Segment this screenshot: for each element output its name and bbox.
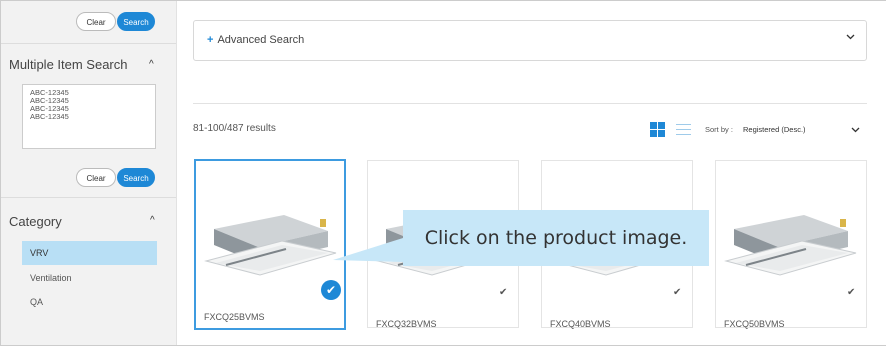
product-name: FXCQ40BVMS xyxy=(550,319,611,329)
textarea-line: ABC-12345 xyxy=(30,112,69,121)
multi-search-button[interactable]: Search xyxy=(117,168,155,187)
chevron-up-icon[interactable]: ^ xyxy=(149,59,154,70)
advanced-search-toggle[interactable]: + Advanced Search xyxy=(207,34,304,46)
multiple-item-textarea[interactable]: ABC-12345 ABC-12345 ABC-12345 ABC-12345 xyxy=(22,84,156,149)
top-search-button[interactable]: Search xyxy=(117,12,155,31)
category-item-ventilation[interactable]: Ventilation xyxy=(22,266,157,290)
chevron-down-icon[interactable] xyxy=(846,34,855,40)
product-card[interactable]: ✔ FXCQ50BVMS xyxy=(715,160,867,329)
chevron-down-icon[interactable] xyxy=(851,127,860,133)
product-name: FXCQ50BVMS xyxy=(724,319,785,329)
grid-view-icon[interactable] xyxy=(650,122,665,137)
instruction-tooltip: Click on the product image. xyxy=(403,210,709,266)
sidebar-divider xyxy=(0,197,176,198)
category-title: Category xyxy=(9,214,62,229)
checkmark-icon[interactable]: ✔ xyxy=(499,287,507,298)
plus-icon: + xyxy=(207,34,214,46)
advanced-search-panel[interactable]: + Advanced Search xyxy=(193,20,867,61)
checkmark-icon: ✔ xyxy=(321,280,341,300)
product-image[interactable] xyxy=(196,181,344,291)
results-count: 81-100/487 results xyxy=(193,123,276,134)
category-item-vrv[interactable]: VRV xyxy=(22,241,157,265)
sort-select[interactable]: Registered (Desc.) xyxy=(743,125,806,134)
category-item-qa[interactable]: QA xyxy=(22,290,157,314)
product-name: FXCQ25BVMS xyxy=(204,312,265,322)
section-divider xyxy=(193,103,867,104)
product-card[interactable]: ✔ FXCQ25BVMS xyxy=(194,159,346,330)
product-image[interactable] xyxy=(716,181,864,291)
list-view-icon[interactable] xyxy=(676,123,691,136)
top-clear-button[interactable]: Clear xyxy=(76,12,116,31)
checkmark-icon[interactable]: ✔ xyxy=(847,287,855,298)
multiple-item-search-title: Multiple Item Search xyxy=(9,57,128,72)
multi-clear-button[interactable]: Clear xyxy=(76,168,116,187)
advanced-search-label: Advanced Search xyxy=(217,34,305,46)
chevron-up-icon[interactable]: ^ xyxy=(150,215,155,226)
sidebar-divider xyxy=(0,43,176,44)
product-name: FXCQ32BVMS xyxy=(376,319,437,329)
sort-label: Sort by : xyxy=(705,125,733,134)
checkmark-icon[interactable]: ✔ xyxy=(673,287,681,298)
sidebar: Clear Search Multiple Item Search ^ ABC-… xyxy=(0,0,177,345)
tooltip-pointer xyxy=(333,238,403,262)
